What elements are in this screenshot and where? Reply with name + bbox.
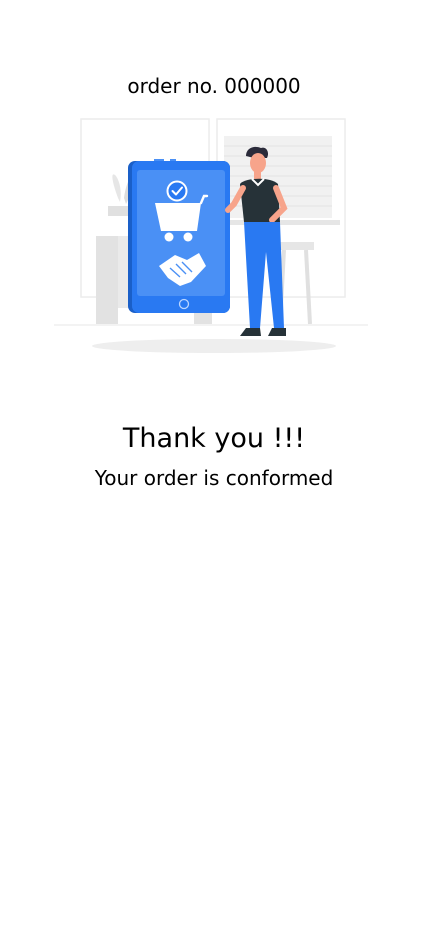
order-confirmed-illustration <box>54 118 368 353</box>
check-icon <box>166 180 188 202</box>
confirmation-title: Thank you !!! <box>122 423 306 454</box>
order-number: order no. 000000 <box>127 74 301 98</box>
confirmation-subtitle: Your order is conformed <box>94 466 334 490</box>
floor-shadow <box>92 339 336 353</box>
